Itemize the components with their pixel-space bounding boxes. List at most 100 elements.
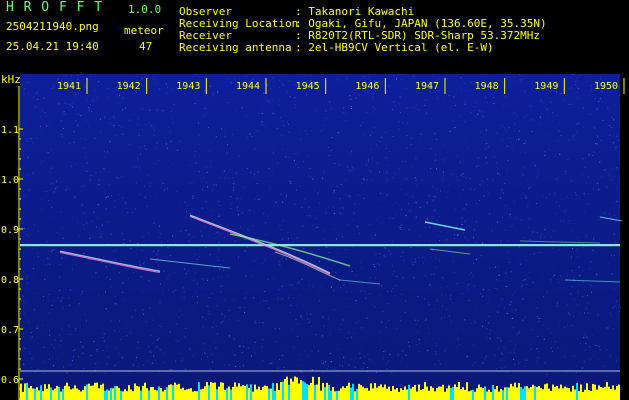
noise-pixel — [388, 129, 390, 131]
noise-pixel — [599, 188, 601, 190]
noise-pixel — [235, 365, 237, 367]
noise-pixel — [228, 196, 230, 198]
noise-pixel — [63, 366, 65, 368]
noise-pixel — [469, 187, 471, 189]
meteor-label: meteor — [124, 24, 164, 37]
noise-pixel — [185, 327, 187, 329]
noise-pixel — [60, 120, 62, 122]
noise-pixel — [66, 372, 68, 374]
noise-pixel — [147, 174, 149, 176]
noise-pixel — [288, 131, 290, 133]
noise-pixel — [212, 278, 214, 280]
noise-pixel — [359, 357, 361, 359]
noise-pixel — [484, 358, 486, 359]
noise-pixel — [208, 297, 210, 299]
noise-pixel — [432, 75, 434, 77]
noise-pixel — [327, 365, 329, 367]
noise-pixel — [344, 361, 346, 363]
noise-pixel — [386, 291, 388, 292]
noise-pixel — [107, 151, 108, 153]
noise-pixel — [32, 248, 34, 250]
noise-pixel — [178, 248, 180, 250]
noise-pixel — [77, 125, 79, 126]
noise-pixel — [582, 246, 584, 248]
noise-pixel — [424, 116, 426, 118]
noise-pixel — [141, 249, 143, 251]
noise-pixel — [217, 91, 219, 93]
noise-pixel — [531, 165, 533, 167]
noise-pixel — [547, 328, 548, 330]
noise-pixel — [375, 253, 377, 255]
noise-pixel — [144, 261, 146, 263]
noise-pixel — [122, 299, 124, 301]
noise-pixel — [207, 305, 209, 307]
noise-pixel — [614, 214, 616, 216]
noise-pixel — [181, 296, 183, 298]
noise-pixel — [63, 128, 64, 129]
noise-pixel — [322, 128, 324, 130]
noise-pixel — [223, 131, 225, 133]
signal-bar — [618, 384, 620, 400]
noise-pixel — [525, 195, 527, 197]
antenna-value: : 2el-HB9CV Vertical (el. E-W) — [295, 41, 494, 54]
noise-pixel — [616, 200, 618, 202]
noise-pixel — [254, 322, 256, 324]
signal-bar — [214, 382, 216, 400]
noise-pixel — [200, 230, 201, 232]
noise-pixel — [513, 291, 515, 293]
noise-pixel — [367, 159, 369, 161]
noise-pixel — [41, 130, 43, 132]
noise-pixel — [497, 167, 499, 169]
noise-pixel — [156, 156, 158, 157]
noise-pixel — [511, 293, 513, 295]
noise-pixel — [257, 77, 259, 79]
noise-pixel — [114, 118, 116, 120]
noise-pixel — [477, 114, 479, 116]
noise-pixel — [218, 259, 219, 261]
noise-pixel — [315, 218, 316, 219]
noise-pixel — [312, 178, 314, 180]
noise-pixel — [321, 285, 323, 287]
noise-pixel — [394, 105, 396, 107]
noise-pixel — [485, 143, 487, 145]
noise-pixel — [464, 236, 466, 238]
noise-pixel — [534, 251, 536, 253]
noise-pixel — [54, 339, 56, 341]
noise-pixel — [86, 320, 88, 322]
noise-pixel — [358, 320, 360, 322]
signal-bar — [306, 384, 308, 400]
noise-pixel — [302, 305, 304, 307]
noise-pixel — [323, 125, 325, 126]
noise-pixel — [478, 157, 480, 159]
noise-pixel — [430, 256, 432, 258]
noise-pixel — [101, 109, 103, 111]
noise-pixel — [60, 340, 62, 342]
noise-pixel — [28, 132, 30, 134]
noise-pixel — [468, 300, 470, 301]
signal-bar — [400, 388, 402, 400]
signal-bar — [230, 389, 232, 400]
noise-pixel — [466, 177, 468, 179]
noise-pixel — [68, 297, 70, 299]
noise-pixel — [283, 366, 285, 368]
noise-pixel — [88, 109, 90, 111]
noise-pixel — [91, 276, 93, 278]
signal-bar — [590, 390, 592, 400]
noise-pixel — [360, 268, 362, 270]
noise-pixel — [445, 227, 447, 229]
noise-pixel — [234, 240, 236, 242]
noise-pixel — [326, 368, 328, 370]
noise-pixel — [306, 120, 308, 122]
signal-bar — [592, 383, 594, 400]
noise-pixel — [298, 369, 300, 371]
noise-pixel — [183, 287, 185, 289]
noise-pixel — [405, 178, 407, 180]
noise-pixel — [394, 211, 396, 213]
noise-pixel — [111, 201, 113, 203]
noise-pixel — [579, 275, 581, 277]
noise-pixel — [464, 82, 466, 84]
noise-pixel — [359, 283, 361, 285]
noise-pixel — [613, 288, 615, 290]
noise-pixel — [434, 92, 436, 94]
noise-pixel — [43, 97, 45, 99]
